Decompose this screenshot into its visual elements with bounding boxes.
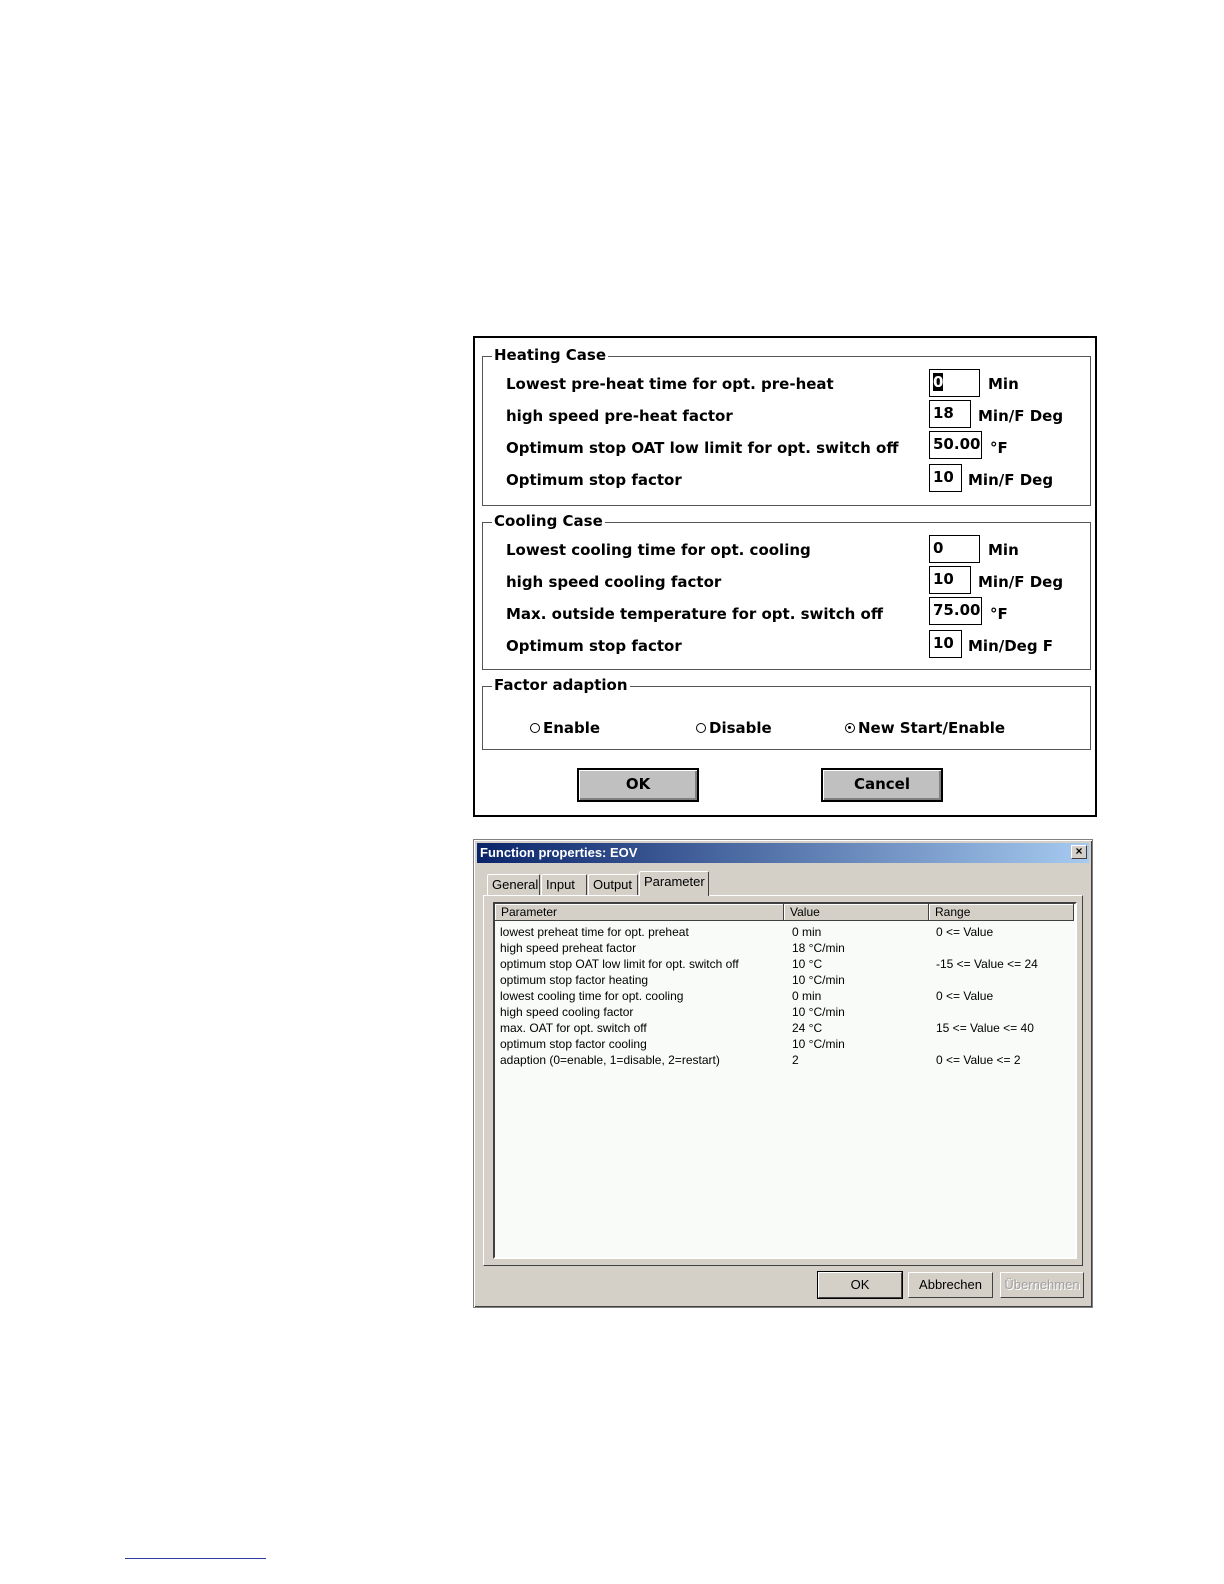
cancel-button[interactable]: Abbrechen [908,1272,993,1298]
cooling-case-group: Cooling Case Lowest cooling time for opt… [482,512,1091,670]
heating-unit: Min [988,375,1019,393]
list-item[interactable]: high speed preheat factor 18 °C/min [495,940,1073,956]
cooling-row-label: Optimum stop factor [506,637,682,655]
column-header-range[interactable]: Range [929,904,1074,921]
function-properties-dialog: Function properties: EOV × General Input… [473,839,1093,1308]
factor-adaption-group: Factor adaption Enable Disable New Start… [482,676,1091,750]
cancel-button[interactable]: Cancel [821,768,943,802]
cooling-case-title: Cooling Case [492,512,605,530]
ok-button[interactable]: OK [577,768,699,802]
cooling-time-input[interactable]: 0 [929,535,980,563]
list-item[interactable]: max. OAT for opt. switch off 24 °C 15 <=… [495,1020,1073,1036]
radio-new-start-label: New Start/Enable [858,719,1006,737]
param-range: 0 <= Value [936,925,994,939]
param-value: 10 °C/min [792,1037,845,1051]
heating-stop-factor-input[interactable]: 10 [929,464,962,492]
param-value: 0 min [792,925,822,939]
cooling-unit: Min [988,541,1019,559]
tab-output[interactable]: Output [588,874,638,895]
window-title: Function properties: EOV [480,845,638,860]
param-name: high speed cooling factor [500,1005,634,1019]
param-name: lowest cooling time for opt. cooling [500,989,684,1003]
cooling-unit: Min/Deg F [968,637,1054,655]
param-value: 10 °C [792,957,823,971]
cooling-unit: °F [990,605,1008,623]
list-item[interactable]: high speed cooling factor 10 °C/min [495,1004,1073,1020]
heating-case-group: Heating Case Lowest pre-heat time for op… [482,346,1091,506]
param-value: 10 °C/min [792,1005,845,1019]
heating-row-label: Lowest pre-heat time for opt. pre-heat [506,375,834,393]
cooling-row-label: Max. outside temperature for opt. switch… [506,605,883,623]
list-item[interactable]: optimum stop OAT low limit for opt. swit… [495,956,1073,972]
radio-disable[interactable]: Disable [696,719,772,737]
cooling-row-label: high speed cooling factor [506,573,722,591]
factor-adaption-title: Factor adaption [492,676,630,694]
tab-input[interactable]: Input [541,874,587,895]
param-range: 15 <= Value <= 40 [936,1021,1034,1035]
ok-button[interactable]: OK [817,1271,903,1299]
radio-circle-icon [530,723,540,733]
param-name: high speed preheat factor [500,941,637,955]
param-name: max. OAT for opt. switch off [500,1021,647,1035]
max-outside-temp-input[interactable]: 75.00 [929,597,982,625]
heating-row-label: Optimum stop OAT low limit for opt. swit… [506,439,899,457]
param-name: optimum stop factor heating [500,973,649,987]
column-header-parameter[interactable]: Parameter [495,904,784,921]
list-item[interactable]: lowest preheat time for opt. preheat 0 m… [495,924,1073,940]
list-item[interactable]: adaption (0=enable, 1=disable, 2=restart… [495,1052,1073,1068]
param-value: 10 °C/min [792,973,845,987]
optimization-settings-dialog: Heating Case Lowest pre-heat time for op… [473,336,1097,817]
preheat-time-input[interactable]: 0 [929,369,980,397]
footnote-divider [125,1558,266,1559]
heating-row-label: high speed pre-heat factor [506,407,733,425]
cooling-stop-factor-input[interactable]: 10 [929,630,962,658]
radio-disable-label: Disable [709,719,772,737]
column-header-value[interactable]: Value [784,904,929,921]
apply-button[interactable]: Übernehmen [1000,1272,1084,1298]
oat-low-limit-input[interactable]: 50.00 [929,431,982,459]
list-header: Parameter Value Range [495,904,1074,921]
list-item[interactable]: optimum stop factor heating 10 °C/min [495,972,1073,988]
parameter-tab-pane: Parameter Value Range lowest preheat tim… [483,895,1083,1266]
cooling-factor-input[interactable]: 10 [929,566,971,594]
preheat-factor-input[interactable]: 18 [929,400,971,428]
list-item[interactable]: optimum stop factor cooling 10 °C/min [495,1036,1073,1052]
tab-general[interactable]: General [487,874,540,895]
param-name: adaption (0=enable, 1=disable, 2=restart… [500,1053,720,1067]
parameter-list[interactable]: Parameter Value Range lowest preheat tim… [493,902,1077,1259]
heating-row-label: Optimum stop factor [506,471,682,489]
param-value: 0 min [792,989,822,1003]
param-value: 24 °C [792,1021,823,1035]
param-range: 0 <= Value [936,989,994,1003]
param-range: 0 <= Value <= 2 [936,1053,1021,1067]
title-bar[interactable]: Function properties: EOV × [477,843,1089,863]
list-item[interactable]: lowest cooling time for opt. cooling 0 m… [495,988,1073,1004]
cooling-row-label: Lowest cooling time for opt. cooling [506,541,811,559]
heating-unit: Min/F Deg [978,407,1064,425]
radio-new-start-enable[interactable]: New Start/Enable [845,719,1005,737]
heating-unit: Min/F Deg [968,471,1054,489]
cooling-unit: Min/F Deg [978,573,1064,591]
heating-unit: °F [990,439,1008,457]
radio-enable[interactable]: Enable [530,719,600,737]
param-name: optimum stop OAT low limit for opt. swit… [500,957,739,971]
param-range: -15 <= Value <= 24 [936,957,1038,971]
param-value: 2 [792,1053,799,1067]
heating-case-title: Heating Case [492,346,609,364]
param-name: lowest preheat time for opt. preheat [500,925,689,939]
param-name: optimum stop factor cooling [500,1037,647,1051]
close-icon[interactable]: × [1071,845,1087,859]
radio-enable-label: Enable [543,719,601,737]
radio-checked-icon [845,723,855,733]
radio-circle-icon [696,723,706,733]
param-value: 18 °C/min [792,941,845,955]
tab-parameter[interactable]: Parameter [639,871,709,896]
